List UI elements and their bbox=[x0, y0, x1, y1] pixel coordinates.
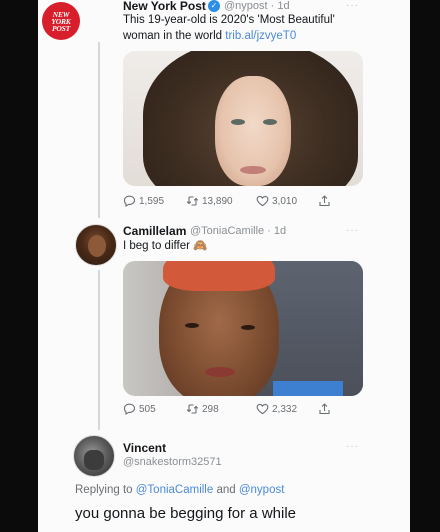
share-icon bbox=[318, 195, 331, 207]
photo-shirt bbox=[273, 381, 343, 396]
retweet-icon bbox=[186, 195, 199, 207]
vincent-avatar[interactable] bbox=[73, 435, 115, 477]
mention-link[interactable]: @nypost bbox=[239, 484, 285, 496]
author-handle[interactable]: @ToniaCamille · 1d bbox=[190, 225, 286, 237]
retweet-button[interactable]: 13,890 bbox=[186, 195, 256, 207]
share-button[interactable] bbox=[318, 403, 334, 415]
share-button[interactable] bbox=[318, 195, 334, 207]
heart-icon bbox=[256, 403, 269, 415]
retweet-button[interactable]: 298 bbox=[186, 403, 256, 415]
author-name[interactable]: Camillelam bbox=[123, 224, 186, 238]
photo-hair bbox=[163, 261, 275, 291]
nypost-avatar[interactable]: NEW YORK POST bbox=[42, 2, 80, 40]
author-name[interactable]: New York Post bbox=[123, 0, 206, 13]
tweet-text: This 19-year-old is 2020's 'Most Beautif… bbox=[123, 14, 335, 26]
reply-icon bbox=[123, 403, 136, 415]
share-icon bbox=[318, 403, 331, 415]
retweet-count: 298 bbox=[202, 403, 219, 415]
thread-line bbox=[98, 42, 100, 218]
replying-to: Replying to @ToniaCamille and @nypost bbox=[75, 484, 285, 496]
tweet-text: woman in the world trib.al/jzvyeT0 bbox=[123, 30, 297, 42]
like-count: 3,010 bbox=[272, 195, 298, 207]
photo-lips bbox=[240, 166, 266, 174]
mention-link[interactable]: @ToniaCamille bbox=[136, 484, 214, 496]
reply-button[interactable]: 505 bbox=[123, 403, 186, 415]
tweet-actions: 1,595 13,890 3,010 bbox=[123, 195, 334, 207]
more-options-icon[interactable]: ··· bbox=[346, 225, 359, 236]
like-button[interactable]: 3,010 bbox=[256, 195, 318, 207]
heart-icon bbox=[256, 195, 269, 207]
reply-button[interactable]: 1,595 bbox=[123, 195, 186, 207]
tweet-photo[interactable] bbox=[123, 51, 363, 186]
photo-lips bbox=[205, 367, 235, 377]
photo-eye bbox=[231, 119, 245, 125]
reply-count: 505 bbox=[139, 403, 156, 415]
more-options-icon[interactable]: ··· bbox=[346, 441, 359, 452]
tweet-link[interactable]: trib.al/jzvyeT0 bbox=[225, 30, 296, 42]
monkey-emoji-icon: 🙈 bbox=[193, 240, 208, 252]
tweet-actions: 505 298 2,332 bbox=[123, 403, 334, 415]
like-button[interactable]: 2,332 bbox=[256, 403, 318, 415]
photo-eye bbox=[241, 325, 255, 330]
author-handle[interactable]: @snakestorm32571 bbox=[123, 456, 222, 468]
thread-line bbox=[98, 270, 100, 430]
tweet-photo[interactable] bbox=[123, 261, 363, 396]
camillelam-avatar[interactable] bbox=[75, 224, 117, 266]
nypost-logo-text: NEW YORK POST bbox=[51, 9, 71, 33]
retweet-icon bbox=[186, 403, 199, 415]
more-options-icon[interactable]: ··· bbox=[346, 0, 359, 11]
author-handle[interactable]: @nypost · 1d bbox=[224, 0, 290, 12]
tweet-text: you gonna be begging for a while bbox=[75, 505, 297, 522]
photo-eye bbox=[185, 323, 199, 328]
reply-icon bbox=[123, 195, 136, 207]
photo-eye bbox=[263, 119, 277, 125]
reply-count: 1,595 bbox=[139, 195, 165, 207]
verified-badge-icon: ✓ bbox=[208, 0, 220, 12]
author-name[interactable]: Vincent bbox=[123, 441, 166, 455]
retweet-count: 13,890 bbox=[202, 195, 233, 207]
like-count: 2,332 bbox=[272, 403, 298, 415]
tweet-text: I beg to differ 🙈 bbox=[123, 240, 208, 252]
